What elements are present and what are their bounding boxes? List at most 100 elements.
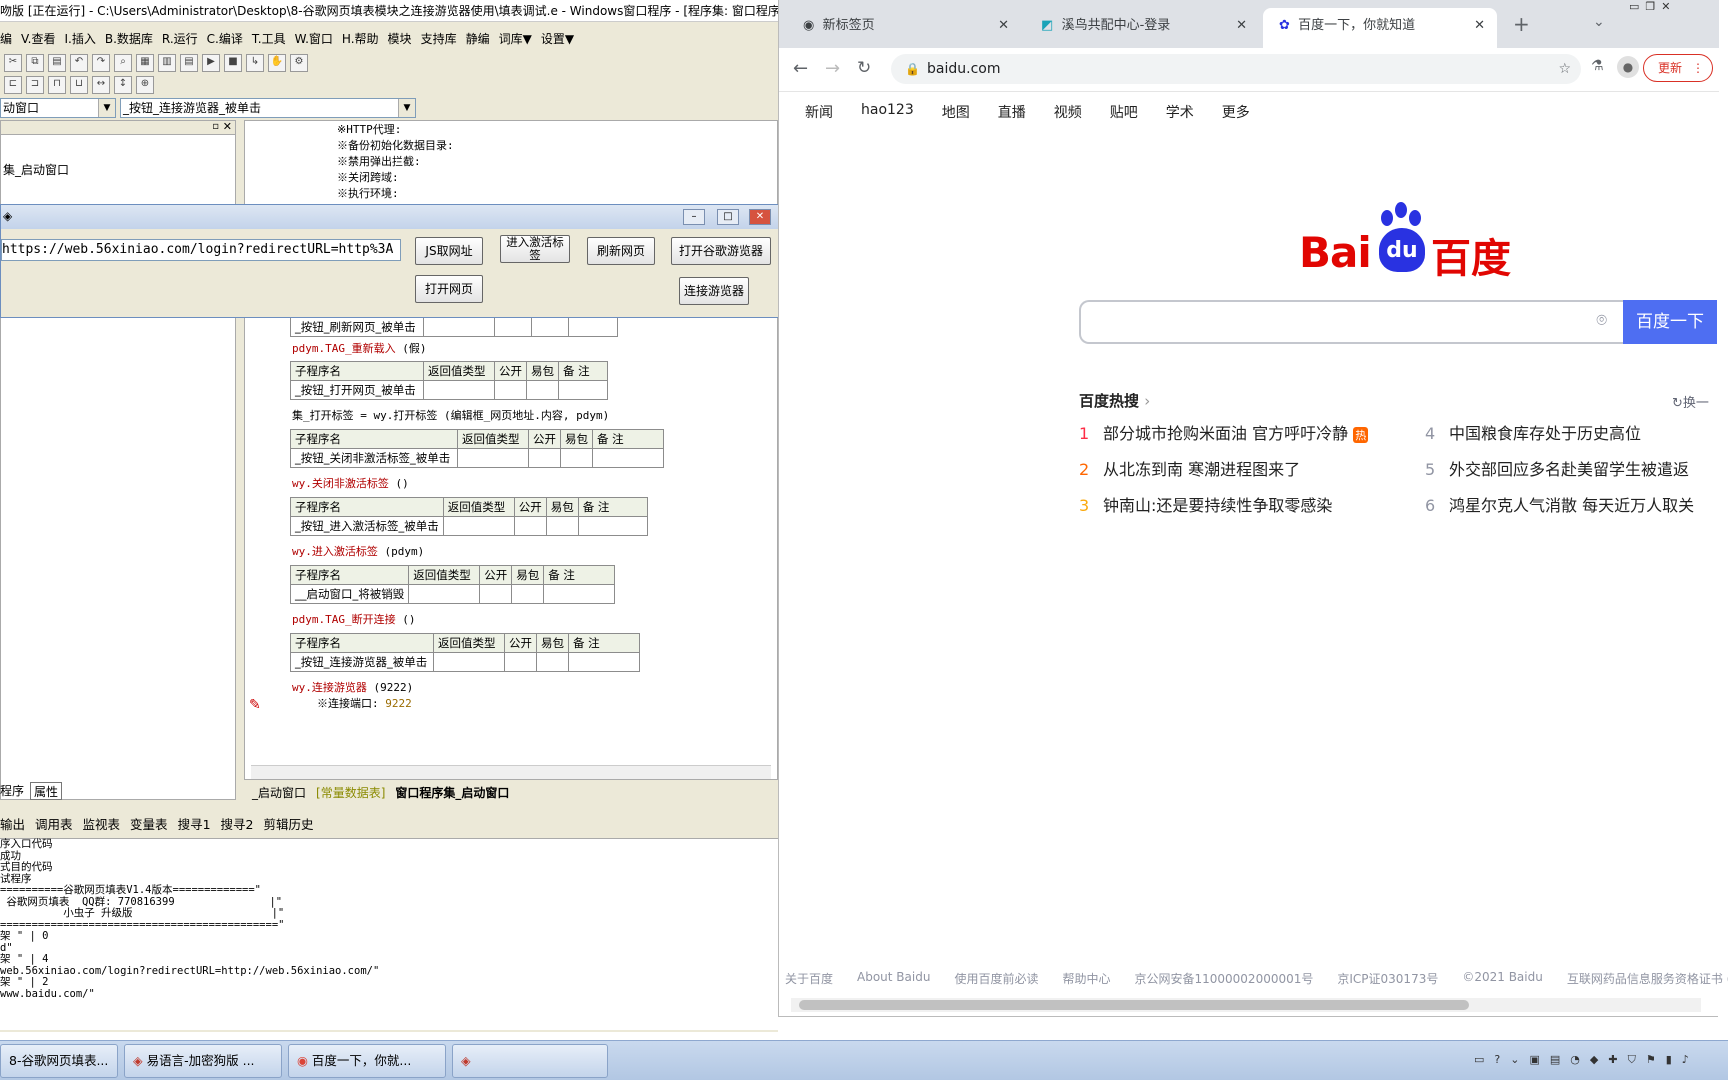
bookmark-star-icon[interactable]: ☆ — [1558, 54, 1571, 84]
align-right-icon[interactable]: ⊐ — [26, 76, 44, 94]
page-hscrollbar[interactable] — [791, 998, 1701, 1012]
same-width-icon[interactable]: ↔ — [92, 76, 110, 94]
camera-icon[interactable]: ⌾ — [1596, 310, 1607, 331]
menu-database[interactable]: B.数据库 — [105, 26, 162, 50]
hot-item[interactable]: 4 中国粮食库存处于历史高位 — [1425, 420, 1641, 444]
tab-output[interactable]: 输出 — [0, 814, 25, 833]
taskbar-item-ide[interactable]: 8-谷歌网页填表... — [0, 1044, 118, 1078]
update-button[interactable]: 更新 ⋮ — [1643, 54, 1713, 82]
tab-startup-window[interactable]: _启动窗口 — [252, 784, 306, 801]
baidu-search-input[interactable]: ⌾ — [1079, 300, 1623, 344]
help-icon[interactable]: ? — [1494, 1053, 1500, 1067]
menu-static-compile[interactable]: 静编 — [466, 26, 499, 50]
menu-run[interactable]: R.运行 — [162, 26, 207, 50]
nav-hao123[interactable]: hao123 — [861, 102, 914, 122]
taskbar-item-chrome[interactable]: ◉ 百度一下，你就... — [288, 1044, 446, 1078]
menu-edit[interactable]: 编 — [0, 26, 21, 50]
close-icon[interactable]: ✕ — [223, 120, 232, 133]
nav-video[interactable]: 视频 — [1054, 102, 1082, 122]
js-url-button[interactable]: JS取网址 — [415, 237, 483, 265]
new-tab-icon[interactable]: + — [1513, 12, 1530, 36]
minimize-icon[interactable]: ▭ — [1629, 0, 1639, 18]
footer-link[interactable]: 使用百度前必读 — [954, 970, 1038, 987]
cut-icon[interactable]: ✂ — [4, 54, 22, 72]
minimize-icon[interactable]: – — [683, 209, 705, 225]
align-bottom-icon[interactable]: ⊔ — [70, 76, 88, 94]
tab-program[interactable]: 程序 — [0, 782, 24, 800]
layout-3-icon[interactable]: ▤ — [180, 54, 198, 72]
footer-link[interactable]: 互联网药品信息服务资格证书 (京)-经营 — [1567, 970, 1728, 987]
tray-icon[interactable]: ◔ — [1570, 1053, 1580, 1067]
tab-new-tab[interactable]: ◉ 新标签页 ✕ — [787, 8, 1021, 48]
run-icon[interactable]: ▶ — [202, 54, 220, 72]
open-page-button[interactable]: 打开网页 — [415, 275, 483, 303]
back-icon[interactable]: ← — [793, 58, 808, 79]
tab-variables[interactable]: 变量表 — [130, 814, 168, 833]
hot-item[interactable]: 5 外交部回应多名赴美留学生被遣返 — [1425, 456, 1689, 480]
hot-item[interactable]: 3 钟南山:还是要持续性争取零感染 — [1079, 492, 1332, 516]
align-top-icon[interactable]: ⊓ — [48, 76, 66, 94]
menu-compile[interactable]: C.编译 — [207, 26, 252, 50]
footer-link[interactable]: 京公网安备11000002000001号 — [1134, 970, 1313, 987]
tab-search-icon[interactable]: ⌄ — [1593, 14, 1605, 30]
footer-link[interactable]: 关于百度 — [785, 970, 833, 987]
footer-link[interactable]: ©2021 Baidu — [1462, 970, 1543, 987]
pin-icon[interactable]: ▫ — [212, 121, 219, 132]
debug-icon[interactable]: ⚙ — [290, 54, 308, 72]
close-icon[interactable]: ✕ — [998, 8, 1009, 44]
shield-icon[interactable]: ⛉ — [1628, 1053, 1636, 1067]
menu-settings[interactable]: 设置▼ — [541, 26, 583, 50]
tray-icon[interactable]: ▤ — [1550, 1053, 1560, 1067]
tab-properties[interactable]: 属性 — [30, 782, 63, 800]
undo-icon[interactable]: ↶ — [70, 54, 88, 72]
menu-support-lib[interactable]: 支持库 — [421, 26, 466, 50]
menu-window[interactable]: W.窗口 — [295, 26, 342, 50]
hot-item[interactable]: 6 鸿星尔克人气消散 每天近万人取关 — [1425, 492, 1694, 516]
footer-link[interactable]: 京ICP证030173号 — [1337, 970, 1438, 987]
tab-baidu[interactable]: ✿ 百度一下，你就知道 ✕ — [1263, 8, 1497, 48]
connect-browser-button[interactable]: 连接游览器 — [679, 277, 749, 305]
footer-link[interactable]: 帮助中心 — [1062, 970, 1110, 987]
tray-icon[interactable]: ◆ — [1590, 1053, 1598, 1067]
nav-xueshu[interactable]: 学术 — [1166, 102, 1194, 122]
tab-watch[interactable]: 监视表 — [83, 814, 121, 833]
close-icon[interactable]: ✕ — [1474, 8, 1485, 44]
tree-item-startup-window[interactable]: 集_启动窗口 — [3, 161, 69, 178]
flag-icon[interactable]: ⚑ — [1646, 1053, 1656, 1067]
tab-search-1[interactable]: 搜寻1 — [178, 814, 211, 833]
layout-1-icon[interactable]: ▦ — [136, 54, 154, 72]
hand-icon[interactable]: ✋ — [268, 54, 286, 72]
address-bar[interactable]: 🔒 baidu.com ☆ — [891, 54, 1581, 84]
menu-tools[interactable]: T.工具 — [252, 26, 295, 50]
close-icon[interactable]: ✕ — [749, 209, 771, 225]
align-left-icon[interactable]: ⊏ — [4, 76, 22, 94]
reload-icon[interactable]: ↻ — [857, 58, 871, 78]
object-combo[interactable]: 动窗口 ▼ — [0, 98, 116, 118]
profile-avatar-icon[interactable]: ● — [1617, 56, 1639, 78]
menu-help[interactable]: H.帮助 — [342, 26, 388, 50]
center-icon[interactable]: ⊕ — [136, 76, 154, 94]
copy-icon[interactable]: ⧉ — [26, 54, 44, 72]
tab-search-2[interactable]: 搜寻2 — [221, 814, 254, 833]
close-icon[interactable]: ✕ — [1661, 0, 1670, 18]
tab-xiniao-login[interactable]: ◩ 溪鸟共配中心-登录 ✕ — [1025, 8, 1259, 48]
editor-hscrollbar[interactable] — [251, 765, 771, 779]
step-icon[interactable]: ↳ — [246, 54, 264, 72]
nav-live[interactable]: 直播 — [998, 102, 1026, 122]
open-chrome-button[interactable]: 打开谷歌游览器 — [671, 237, 771, 265]
volume-icon[interactable]: ♪ — [1682, 1053, 1689, 1067]
close-icon[interactable]: ✕ — [1236, 8, 1247, 44]
chevron-down-icon[interactable]: ⌄ — [1510, 1053, 1519, 1067]
refresh-page-button[interactable]: 刷新网页 — [587, 237, 655, 265]
hot-item[interactable]: 1 部分城市抢购米面油 官方呼吁冷静 热 — [1079, 420, 1369, 444]
hot-refresh-button[interactable]: ↻换一 — [1672, 392, 1709, 411]
layout-2-icon[interactable]: ▥ — [158, 54, 176, 72]
hot-search-title[interactable]: 百度热搜 › — [1079, 390, 1150, 411]
lab-flask-icon[interactable]: ⚗ — [1591, 58, 1604, 74]
menu-view[interactable]: V.查看 — [21, 26, 64, 50]
enter-active-tab-button[interactable]: 进入激活标签 — [500, 235, 570, 263]
footer-link[interactable]: About Baidu — [857, 970, 930, 987]
maximize-icon[interactable]: □ — [717, 209, 739, 225]
taskbar-item-test-window[interactable]: ◈ — [452, 1044, 608, 1078]
nav-map[interactable]: 地图 — [942, 102, 970, 122]
